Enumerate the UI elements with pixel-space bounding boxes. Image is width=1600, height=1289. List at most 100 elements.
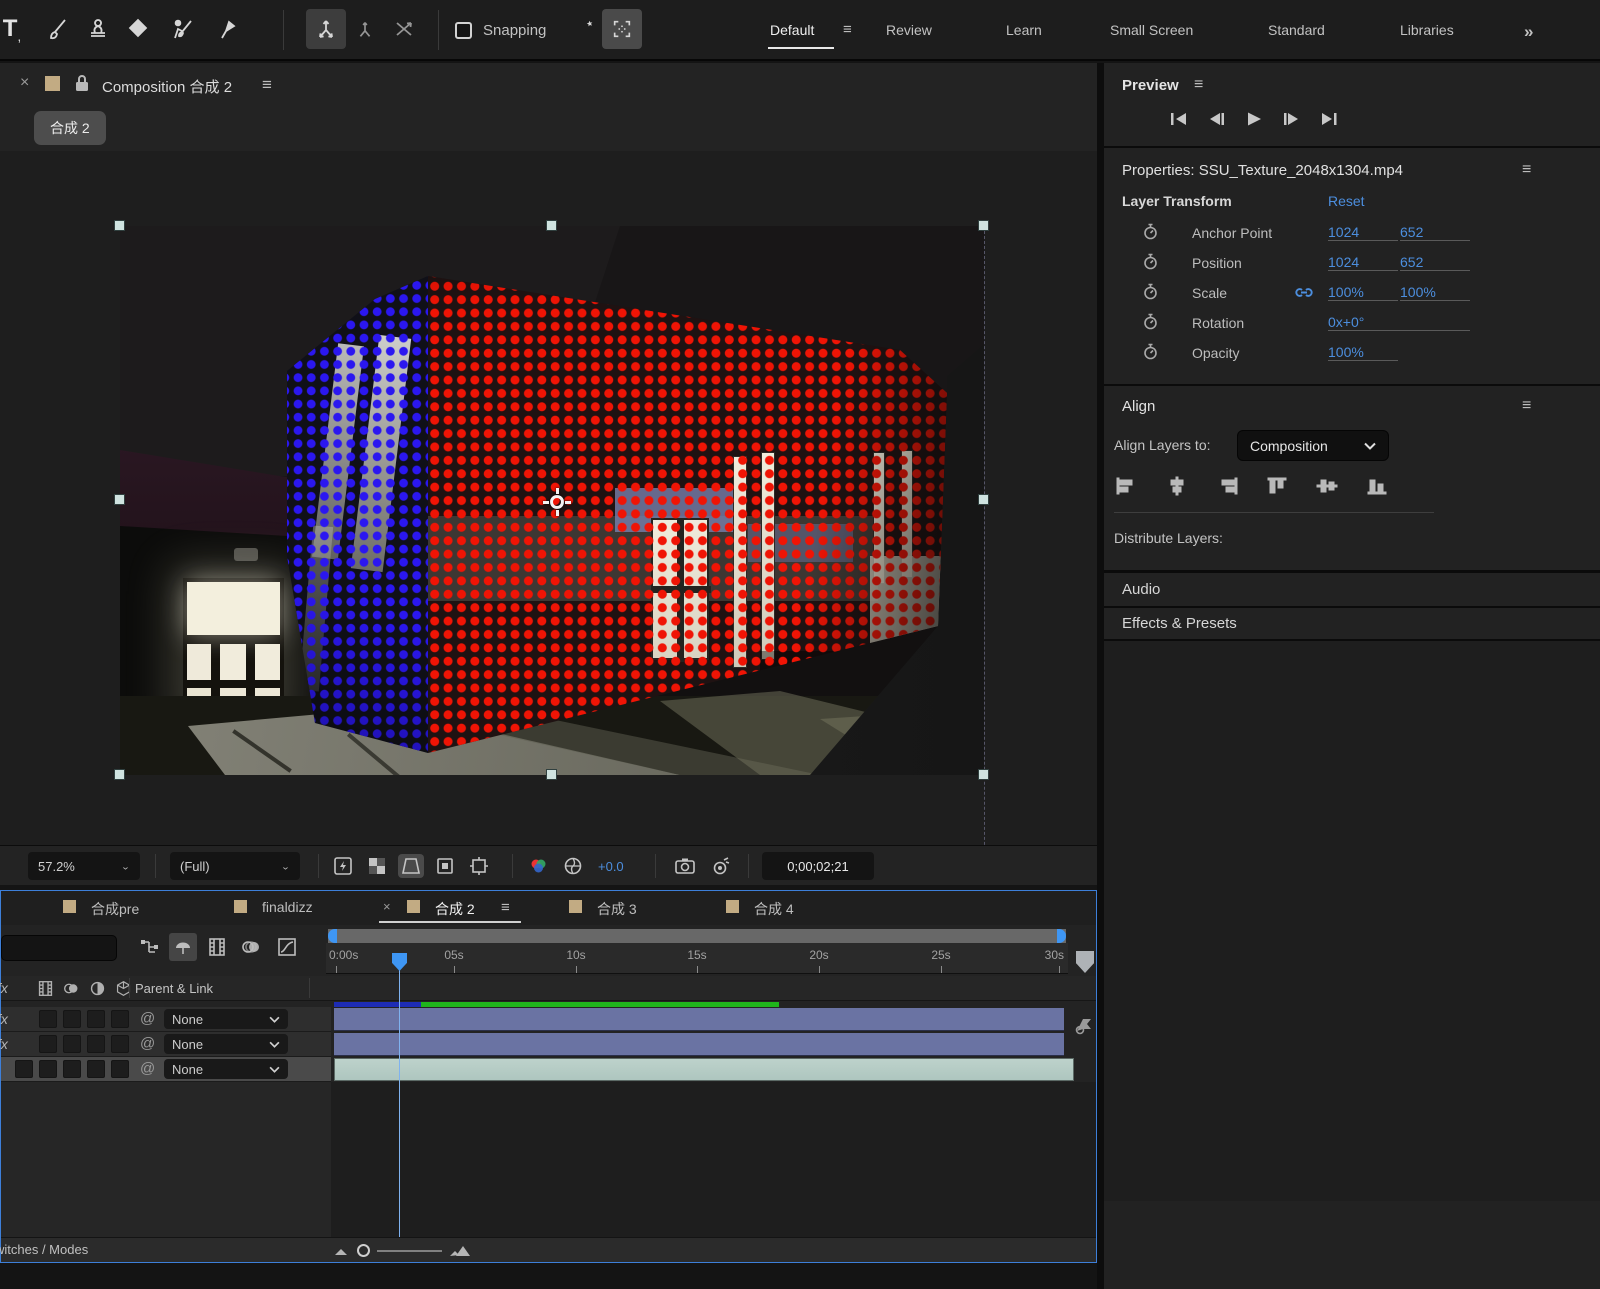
- show-snapshot-button[interactable]: [708, 854, 734, 878]
- stopwatch-icon[interactable]: [1142, 223, 1160, 241]
- type-tool-button[interactable]: T,: [0, 9, 32, 49]
- layer-row-1-controls[interactable]: fx @ None: [1, 1007, 331, 1032]
- selection-handle-bottom-center[interactable]: [546, 769, 557, 780]
- fast-previews-button[interactable]: [330, 854, 356, 878]
- shy-layers-button[interactable]: [169, 933, 197, 961]
- comp-marker-icon[interactable]: [1073, 1015, 1095, 1035]
- channels-button[interactable]: [526, 854, 552, 878]
- position-x-value[interactable]: 1024: [1328, 254, 1398, 271]
- timeline-zoom-slider-track[interactable]: [377, 1250, 442, 1252]
- view-axis-mode-button[interactable]: [384, 9, 424, 49]
- selection-handle-bottom-left[interactable]: [114, 769, 125, 780]
- work-area-end-handle[interactable]: [1057, 929, 1066, 943]
- parent-link-dropdown[interactable]: None: [164, 1034, 288, 1054]
- selection-handle-mid-left[interactable]: [114, 494, 125, 505]
- selection-handle-mid-right[interactable]: [978, 494, 989, 505]
- timeline-zoom-slider-handle[interactable]: [357, 1244, 370, 1257]
- comp-mini-flowchart-button[interactable]: [135, 933, 163, 961]
- playhead-line[interactable]: [399, 967, 400, 1237]
- switch-cell[interactable]: [111, 1035, 129, 1053]
- timeline-tab[interactable]: 合成 3: [597, 899, 637, 919]
- snapping-checkbox[interactable]: [455, 22, 472, 39]
- timeline-tab[interactable]: 合成pre: [91, 899, 139, 919]
- close-icon[interactable]: ×: [20, 74, 29, 92]
- exposure-value[interactable]: +0.0: [598, 859, 624, 874]
- switch-cell[interactable]: [39, 1035, 57, 1053]
- mask-visibility-button[interactable]: [398, 854, 424, 878]
- composition-viewport[interactable]: [0, 151, 1097, 845]
- pickwhip-icon[interactable]: @: [140, 1060, 155, 1077]
- comp-marker-bin-icon[interactable]: [1076, 951, 1094, 973]
- play-button[interactable]: [1246, 111, 1262, 127]
- panel-menu-icon[interactable]: ≡: [262, 75, 271, 95]
- scale-x-value[interactable]: 100%: [1328, 284, 1398, 301]
- workspace-tab-learn[interactable]: Learn: [1006, 22, 1042, 38]
- switch-cell[interactable]: [39, 1010, 57, 1028]
- switch-cell[interactable]: [63, 1010, 81, 1028]
- region-of-interest-button[interactable]: [432, 854, 458, 878]
- align-horizontal-center-button[interactable]: [1162, 474, 1192, 498]
- zoom-in-mountain-icon[interactable]: [449, 1243, 471, 1258]
- panel-menu-icon[interactable]: ≡: [1522, 397, 1530, 415]
- brush-tool-button[interactable]: [38, 9, 78, 49]
- next-frame-button[interactable]: [1282, 111, 1300, 127]
- switch-cell[interactable]: [63, 1060, 81, 1078]
- parent-link-dropdown[interactable]: None: [164, 1059, 288, 1079]
- workspace-tab-standard[interactable]: Standard: [1268, 22, 1325, 38]
- layer-bar-2[interactable]: [334, 1033, 1064, 1056]
- align-top-button[interactable]: [1262, 474, 1292, 498]
- resolution-dropdown[interactable]: (Full)⌄: [170, 852, 300, 880]
- exposure-reset-button[interactable]: [560, 854, 586, 878]
- workspace-tab-default[interactable]: Default: [770, 22, 814, 38]
- switch-cell[interactable]: [63, 1035, 81, 1053]
- stopwatch-icon[interactable]: [1142, 343, 1160, 361]
- selection-handle-top-left[interactable]: [114, 220, 125, 231]
- layer-row-3-controls-selected[interactable]: @ None: [1, 1057, 331, 1082]
- opacity-value[interactable]: 100%: [1328, 344, 1398, 361]
- snap-wireframe-button[interactable]: [602, 9, 642, 49]
- anchor-point-y-value[interactable]: 652: [1400, 224, 1470, 241]
- align-bottom-button[interactable]: [1362, 474, 1392, 498]
- audio-panel-header[interactable]: Audio: [1104, 571, 1600, 606]
- switch-cell[interactable]: [87, 1035, 105, 1053]
- zoom-out-mountain-icon[interactable]: [334, 1246, 348, 1256]
- workspace-menu-icon[interactable]: ≡: [843, 21, 851, 38]
- anchor-point-crosshair[interactable]: [543, 488, 571, 516]
- timeline-search-input[interactable]: [1, 935, 117, 961]
- workspace-tab-small-screen[interactable]: Small Screen: [1110, 22, 1193, 38]
- composition-viewer-tab[interactable]: 合成 2: [34, 111, 106, 145]
- close-icon[interactable]: ×: [383, 899, 391, 914]
- scale-y-value[interactable]: 100%: [1400, 284, 1470, 301]
- stopwatch-icon[interactable]: [1142, 253, 1160, 271]
- time-ruler[interactable]: 0:00s 05s 10s 15s 20s 25s 30s: [326, 943, 1068, 974]
- puppet-pin-tool-button[interactable]: [208, 9, 248, 49]
- clone-stamp-tool-button[interactable]: [78, 9, 118, 49]
- stopwatch-icon[interactable]: [1142, 313, 1160, 331]
- timeline-tab[interactable]: 合成 4: [754, 899, 794, 919]
- tab-menu-icon[interactable]: ≡: [501, 899, 509, 916]
- roto-brush-tool-button[interactable]: [162, 9, 202, 49]
- switch-cell[interactable]: [15, 1060, 33, 1078]
- workspace-tab-libraries[interactable]: Libraries: [1400, 22, 1454, 38]
- snap-features-button[interactable]: [563, 9, 603, 49]
- layer-bar-3-selected[interactable]: [334, 1058, 1074, 1081]
- parent-link-dropdown[interactable]: None: [164, 1009, 288, 1029]
- timecode-display[interactable]: 0;00;02;21: [762, 852, 874, 880]
- world-axis-mode-button[interactable]: [345, 9, 385, 49]
- reset-button[interactable]: Reset: [1328, 193, 1365, 209]
- align-vertical-center-button[interactable]: [1312, 474, 1342, 498]
- last-frame-button[interactable]: [1320, 111, 1338, 127]
- selection-handle-top-right[interactable]: [978, 220, 989, 231]
- stopwatch-icon[interactable]: [1142, 283, 1160, 301]
- previous-frame-button[interactable]: [1208, 111, 1226, 127]
- take-snapshot-button[interactable]: [672, 854, 698, 878]
- layer-bar-1[interactable]: [334, 1008, 1064, 1031]
- switch-cell[interactable]: [111, 1010, 129, 1028]
- workspace-tab-review[interactable]: Review: [886, 22, 932, 38]
- panel-gutter[interactable]: [1097, 63, 1104, 1289]
- pickwhip-icon[interactable]: @: [140, 1035, 155, 1052]
- timeline-tab[interactable]: finaldizz: [262, 899, 313, 915]
- link-scale-icon[interactable]: [1294, 286, 1314, 299]
- selection-handle-bottom-right[interactable]: [978, 769, 989, 780]
- align-left-button[interactable]: [1112, 474, 1142, 498]
